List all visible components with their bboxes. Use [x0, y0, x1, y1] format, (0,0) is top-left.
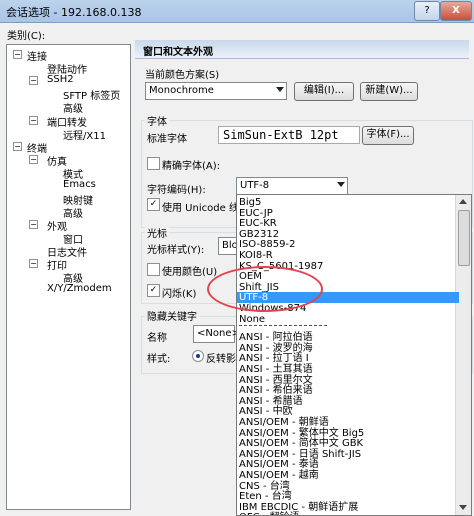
category-tree[interactable]: − 连接 登陆动作 − SSH2 SFTP 标签页 高级 − 端口转发 远程/X…	[6, 44, 131, 510]
style-label: 样式:	[147, 354, 171, 365]
dropdown-scrollbar[interactable]	[455, 195, 471, 515]
dropdown-option[interactable]: OFC - 翻铃语	[239, 508, 300, 515]
tree-item-emacs[interactable]: Emacs	[63, 179, 96, 190]
unicode-checkbox[interactable]: ✓	[147, 198, 160, 211]
tree-item-connection[interactable]: 连接	[27, 48, 47, 63]
new-button[interactable]: 新建(W)...	[360, 82, 418, 101]
collapse-icon[interactable]: −	[29, 76, 38, 85]
title-bar: 会话选项 - 192.168.0.138 ? X	[0, 0, 474, 23]
chevron-down-icon	[276, 87, 284, 92]
encoding-select[interactable]: UTF-8	[236, 177, 348, 195]
standard-font-value: SimSun-ExtB 12pt	[223, 128, 339, 142]
dropdown-option[interactable]: Big5	[239, 197, 261, 208]
use-color-label: 使用颜色(U)	[162, 267, 218, 278]
category-label: 类别(C):	[7, 31, 46, 42]
color-scheme-value: Monochrome	[149, 85, 214, 96]
close-button[interactable]: X	[440, 1, 472, 21]
collapse-icon[interactable]: −	[29, 116, 38, 125]
highlight-annotation-circle	[207, 266, 323, 312]
use-color-checkbox[interactable]	[147, 263, 160, 276]
collapse-icon[interactable]: −	[13, 142, 22, 151]
tree-item-remote-x11[interactable]: 远程/X11	[63, 127, 106, 142]
collapse-icon[interactable]: −	[29, 155, 38, 164]
scroll-thumb[interactable]	[458, 210, 470, 266]
tree-item-ssh2[interactable]: SSH2	[47, 74, 74, 85]
edit-button[interactable]: 编辑(I)...	[294, 82, 354, 101]
cursor-section-label: 光标	[145, 225, 169, 240]
name-select[interactable]: <None>	[193, 325, 240, 343]
scroll-up-icon[interactable]	[459, 199, 467, 204]
panel-header: 窗口和文本外观	[135, 40, 469, 59]
encoding-value: UTF-8	[240, 180, 270, 191]
collapse-icon[interactable]: −	[29, 220, 38, 229]
reverse-video-radio[interactable]	[192, 350, 204, 362]
tree-item-terminal[interactable]: 终端	[27, 140, 47, 155]
encoding-dropdown-list[interactable]: Big5 EUC-JP EUC-KR GB2312 ISO-8859-2 KOI8-R KS…	[236, 194, 472, 516]
dropdown-option[interactable]: KOI8-R	[239, 250, 273, 261]
color-scheme-select[interactable]: Monochrome	[145, 82, 287, 100]
font-button[interactable]: 字体(F)...	[362, 126, 414, 145]
help-button[interactable]: ?	[414, 1, 440, 21]
hidden-keys-section-label: 隐藏关键字	[145, 308, 199, 323]
dropdown-option[interactable]: EUC-JP	[239, 208, 273, 219]
standard-font-display: SimSun-ExtB 12pt	[218, 126, 360, 144]
blink-label: 闪烁(K)	[162, 289, 197, 300]
dropdown-option[interactable]: EUC-KR	[239, 218, 277, 229]
name-value: <None>	[197, 328, 240, 339]
precise-font-label: 精确字体(A):	[162, 161, 221, 172]
precise-font-checkbox[interactable]	[147, 157, 160, 170]
dropdown-option[interactable]: None	[239, 314, 265, 325]
dropdown-option[interactable]: GB2312	[239, 229, 279, 240]
dropdown-separator	[239, 325, 327, 326]
window-title: 会话选项 - 192.168.0.138	[6, 6, 142, 19]
encoding-label: 字符编码(H):	[147, 185, 206, 196]
blink-checkbox[interactable]: ✓	[147, 284, 160, 297]
tree-item-xyzmodem[interactable]: X/Y/Zmodem	[47, 283, 112, 294]
chevron-down-icon	[337, 182, 345, 187]
panel-title: 窗口和文本外观	[143, 47, 213, 58]
color-scheme-label: 当前颜色方案(S)	[145, 70, 220, 81]
dropdown-option[interactable]: ISO-8859-2	[239, 239, 295, 250]
name-label: 名称	[147, 333, 167, 344]
font-section-label: 字体	[145, 113, 169, 128]
scroll-down-icon[interactable]	[459, 505, 467, 510]
cursor-style-label: 光标样式(Y):	[147, 245, 205, 256]
collapse-icon[interactable]: −	[29, 259, 38, 268]
standard-font-label: 标准字体	[147, 134, 187, 145]
tree-item-advanced[interactable]: 高级	[63, 100, 83, 115]
collapse-icon[interactable]: −	[13, 50, 22, 59]
